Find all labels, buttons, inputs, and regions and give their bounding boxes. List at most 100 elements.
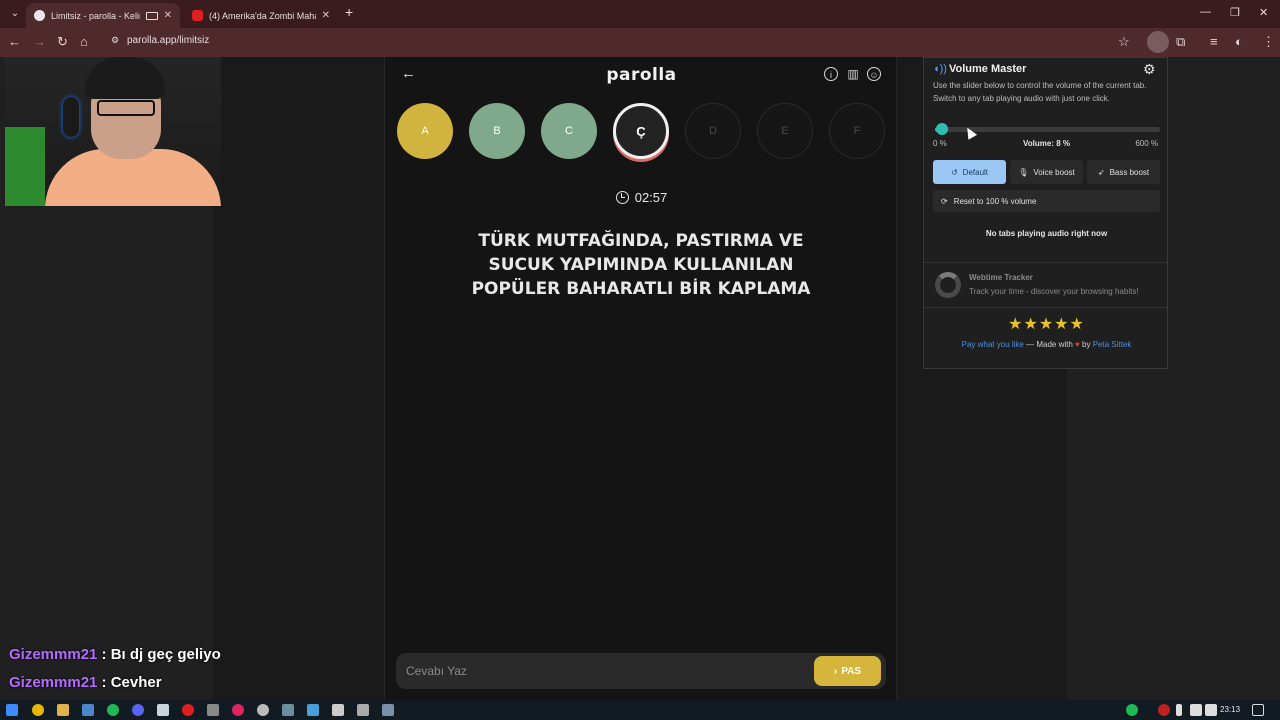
letter-a: A: [397, 103, 453, 159]
tab-search-icon[interactable]: ⌄: [6, 5, 24, 23]
site-info-icon[interactable]: ⚙: [111, 35, 119, 46]
app-logo: parolla: [606, 65, 677, 85]
volume-master-popup: ◖)) Volume Master ⚙ Use the slider below…: [923, 57, 1169, 369]
author-link[interactable]: Peta Sittek: [1093, 340, 1132, 349]
new-tab-icon[interactable]: +: [345, 4, 353, 20]
letter-b: B: [469, 103, 525, 159]
rating-stars[interactable]: ★★★★★: [924, 314, 1169, 334]
extensions-icon[interactable]: ⧉: [1176, 34, 1185, 50]
close-window-icon[interactable]: ✕: [1259, 6, 1268, 19]
default-mode-label: Default: [962, 167, 989, 177]
credit-by: by: [1079, 340, 1093, 349]
left-gutter: [213, 57, 384, 700]
network-icon[interactable]: [1190, 704, 1202, 716]
volume-slider-thumb[interactable]: [936, 123, 948, 135]
no-audio-tabs-message: No tabs playing audio right now: [985, 229, 1108, 238]
rocket-icon: ➶: [1097, 167, 1105, 177]
letter-c: C: [541, 103, 597, 159]
os-taskbar: 23:13: [0, 700, 1280, 720]
taskbar-clock[interactable]: 23:13: [1220, 705, 1240, 714]
reset-volume-button[interactable]: ⟳ Reset to 100 % volume: [933, 190, 1160, 212]
popup-title: Volume Master: [949, 63, 1027, 75]
app-icon[interactable]: [382, 704, 394, 716]
answer-input[interactable]: [406, 662, 796, 680]
media-controls-icon[interactable]: ≡: [1210, 34, 1218, 50]
webtime-tracker-logo-icon[interactable]: [935, 272, 961, 298]
reload-icon[interactable]: ↻: [57, 34, 68, 50]
speaker-icon[interactable]: [1205, 704, 1217, 716]
app-icon[interactable]: [82, 704, 94, 716]
tab-parolla[interactable]: Limitsiz - parolla - Kelime o ✕: [26, 3, 180, 28]
restore-icon[interactable]: ❐: [1230, 6, 1240, 19]
webtime-tracker-subtitle[interactable]: Track your time - discover your browsing…: [969, 287, 1139, 296]
app-icon[interactable]: [232, 704, 244, 716]
tab-title: (4) Amerika'da Zombi Mahalle: [209, 10, 316, 21]
tray-spotify-icon[interactable]: [1126, 704, 1138, 716]
tab-title: Limitsiz - parolla - Kelime o: [51, 10, 140, 21]
app-icon[interactable]: [207, 704, 219, 716]
letter-e: E: [757, 103, 813, 159]
discord-icon[interactable]: [132, 704, 144, 716]
address-bar[interactable]: ⚙ parolla.app/limitsiz: [105, 32, 1145, 52]
app-icon[interactable]: [357, 704, 369, 716]
home-icon[interactable]: ⌂: [80, 34, 88, 50]
app-icon[interactable]: [332, 704, 344, 716]
stats-icon[interactable]: ▥: [846, 67, 860, 81]
chat-text: : Cevher: [97, 674, 162, 691]
steam-icon[interactable]: [157, 704, 169, 716]
back-icon[interactable]: ←: [8, 34, 21, 50]
question-line: SUCUK YAPIMINDA KULLANILAN: [488, 255, 794, 275]
notifications-icon[interactable]: [1252, 704, 1264, 716]
divider: [924, 307, 1169, 308]
question-text: TÜRK MUTFAĞINDA, PASTIRMA VE SUCUK YAPIM…: [441, 229, 841, 301]
chrome-icon[interactable]: [32, 704, 44, 716]
question-line: TÜRK MUTFAĞINDA, PASTIRMA VE: [478, 231, 804, 251]
pay-what-you-like-link[interactable]: Pay what you like: [962, 340, 1024, 349]
forward-icon[interactable]: →: [33, 34, 46, 50]
popup-description: Use the slider below to control the volu…: [933, 81, 1147, 103]
timer-value: 02:57: [634, 190, 668, 205]
tab-youtube[interactable]: (4) Amerika'da Zombi Mahalle ✕: [184, 3, 338, 28]
bass-boost-label: Bass boost: [1109, 167, 1150, 177]
app-icon[interactable]: [307, 704, 319, 716]
user-icon[interactable]: ☺: [867, 67, 881, 81]
credits: Pay what you like — Made with ♥ by Peta …: [924, 340, 1169, 349]
parolla-app: ← parolla i ▥ ☺ A B C Ç D E F 02:57 TÜRK…: [384, 57, 897, 700]
microphone-tray-icon[interactable]: [1176, 704, 1182, 716]
tray-icon[interactable]: [1158, 704, 1170, 716]
app-icon[interactable]: [282, 704, 294, 716]
letter-progress: A B C Ç D E F: [397, 103, 887, 159]
bass-boost-button[interactable]: ➶ Bass boost: [1087, 160, 1160, 184]
pass-label: PAS: [841, 665, 862, 677]
letter-f: F: [829, 103, 885, 159]
letter-c-cedilla-current: Ç: [613, 103, 669, 159]
pass-button[interactable]: › PAS: [814, 656, 881, 686]
voice-boost-button[interactable]: 🎙 Voice boost: [1010, 160, 1083, 184]
settings-gear-icon[interactable]: ⚙: [1143, 61, 1156, 78]
webtime-tracker-title[interactable]: Webtime Tracker: [969, 273, 1033, 282]
volume-icon: ◖)): [933, 63, 947, 75]
chat-username: Gizemmm21: [9, 646, 98, 663]
divider: [924, 262, 1169, 263]
volume-max-label: 600 %: [1135, 139, 1158, 148]
obs-icon[interactable]: [257, 704, 269, 716]
tab-audio-icon[interactable]: [145, 11, 158, 20]
volume-master-extension-icon[interactable]: [1147, 31, 1169, 53]
tab-close-icon[interactable]: ✕: [322, 10, 330, 21]
profile-icon[interactable]: ◐: [1235, 34, 1243, 50]
spotify-icon[interactable]: [107, 704, 119, 716]
headphone-shape: [63, 97, 79, 137]
file-explorer-icon[interactable]: [57, 704, 69, 716]
youtube-favicon-icon: [192, 10, 203, 21]
record-icon[interactable]: [182, 704, 194, 716]
start-menu-icon[interactable]: [6, 704, 18, 716]
chat-message: Gizemmm21 : Bı dj geç geliyo: [9, 646, 221, 663]
menu-icon[interactable]: ⋮: [1262, 34, 1275, 50]
address-text: parolla.app/limitsiz: [127, 35, 210, 46]
info-icon[interactable]: i: [824, 67, 838, 81]
glasses-shape: [97, 100, 155, 116]
tab-close-icon[interactable]: ✕: [164, 10, 172, 21]
default-mode-button[interactable]: ↺ Default: [933, 160, 1006, 184]
minimize-icon[interactable]: —: [1200, 6, 1211, 18]
voice-boost-label: Voice boost: [1033, 167, 1075, 177]
